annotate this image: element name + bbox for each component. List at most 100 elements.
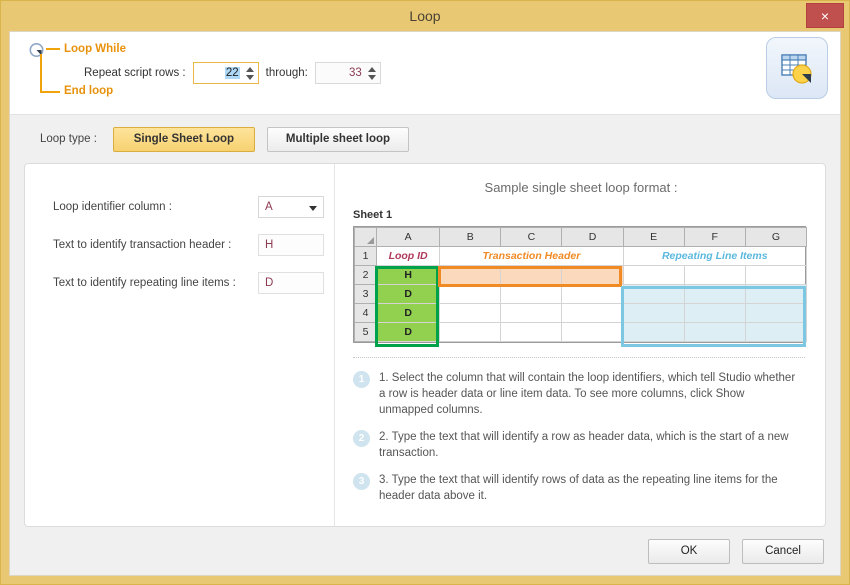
sheet-label: Sheet 1 [353,209,809,221]
cell-g4 [745,304,806,323]
repeat-rows-label: Repeat script rows : [84,67,186,79]
step-badge-3: 3 [353,473,370,490]
cell-c5 [501,323,562,342]
end-loop-label: End loop [64,85,113,97]
col-header-d[interactable]: D [562,228,623,247]
start-row-stepper[interactable]: 22 [193,62,259,84]
table-row: 4 D [355,304,807,323]
cell-e3 [623,285,684,304]
step-badge-2: 2 [353,430,370,447]
sample-spreadsheet: A B C D E F G 1 Loop ID Transaction Head… [353,226,806,343]
cell-a2-loop-id-value: H [377,266,440,285]
cell-a3-loop-id-value: D [377,285,440,304]
loop-identifier-column-value: A [265,201,273,213]
list-item: 1 1. Select the column that will contain… [353,370,809,418]
cell-b1-transaction-header: Transaction Header [440,247,623,266]
sample-pane: Sample single sheet loop format : Sheet … [335,164,825,526]
start-row-arrows[interactable] [244,63,258,83]
tab-multiple-sheet-loop[interactable]: Multiple sheet loop [267,127,409,152]
loop-while-label: Loop While [64,43,126,55]
start-row-decrement-icon[interactable] [246,75,254,80]
loop-arrow-icon [28,42,45,59]
start-row-value[interactable]: 22 [225,67,240,79]
line-items-text-input[interactable] [258,272,324,294]
cell-f3 [684,285,745,304]
cell-a5-loop-id-value: D [377,323,440,342]
step-badge-1: 1 [353,371,370,388]
sample-title: Sample single sheet loop format : [353,180,809,195]
tree-connector-vertical [40,54,42,93]
loop-type-row: Loop type : Single Sheet Loop Multiple s… [10,115,840,163]
field-loop-identifier-column: Loop identifier column : A [53,192,334,221]
tab-single-sheet-loop[interactable]: Single Sheet Loop [113,127,255,152]
end-row-decrement-icon[interactable] [368,75,376,80]
cell-g2 [745,266,806,285]
tree-connector-top [46,48,60,50]
cell-d5 [562,323,623,342]
spreadsheet-grid: A B C D E F G 1 Loop ID Transaction Head… [354,227,807,342]
cell-b2 [440,266,501,285]
step-text-3: 3. Type the text that will identify rows… [379,472,799,504]
instructions-separator [353,357,805,358]
dialog-footer: OK Cancel [10,527,840,575]
chevron-down-icon [309,206,317,211]
end-row-stepper[interactable]: 33 [315,62,381,84]
cell-a4-loop-id-value: D [377,304,440,323]
dialog-body: Loop While End loop Repeat script rows :… [9,31,841,576]
content-panel: Loop identifier column : A Text to ident… [24,163,826,527]
table-row: 1 Loop ID Transaction Header Repeating L… [355,247,807,266]
row-header-2[interactable]: 2 [355,266,377,285]
table-row: 5 D [355,323,807,342]
cell-e4 [623,304,684,323]
column-header-row: A B C D E F G [355,228,807,247]
loop-identifier-column-select[interactable]: A [258,196,324,218]
tree-connector-bottom [40,91,60,93]
row-header-3[interactable]: 3 [355,285,377,304]
loop-type-label: Loop type : [40,133,97,145]
cell-e5 [623,323,684,342]
step-text-2: 2. Type the text that will identify a ro… [379,429,799,461]
close-icon[interactable]: × [806,3,844,28]
cancel-button[interactable]: Cancel [742,539,824,564]
table-row: 3 D [355,285,807,304]
sheet-loop-icon [766,37,828,99]
cell-c4 [501,304,562,323]
cell-d3 [562,285,623,304]
field-transaction-header-text: Text to identify transaction header : [53,230,334,259]
col-header-c[interactable]: C [501,228,562,247]
loop-identifier-column-label: Loop identifier column : [53,201,258,213]
transaction-header-text-input[interactable] [258,234,324,256]
cell-g5 [745,323,806,342]
repeat-rows-row: Repeat script rows : 22 through: [84,62,381,84]
end-row-increment-icon[interactable] [368,67,376,72]
list-item: 3 3. Type the text that will identify ro… [353,472,809,504]
cell-f5 [684,323,745,342]
loop-settings-form: Loop identifier column : A Text to ident… [25,164,335,526]
row-header-5[interactable]: 5 [355,323,377,342]
select-all-corner[interactable] [355,228,377,247]
title-bar: Loop × [1,1,849,31]
row-header-4[interactable]: 4 [355,304,377,323]
dialog-title: Loop [1,1,849,31]
cell-f2 [684,266,745,285]
cell-c3 [501,285,562,304]
cell-a1-loop-id: Loop ID [377,247,440,266]
col-header-b[interactable]: B [440,228,501,247]
end-row-arrows[interactable] [366,63,380,83]
col-header-e[interactable]: E [623,228,684,247]
cell-e1-repeating-line-items: Repeating Line Items [623,247,806,266]
end-row-value[interactable]: 33 [349,67,362,79]
col-header-g[interactable]: G [745,228,806,247]
ok-button[interactable]: OK [648,539,730,564]
start-row-increment-icon[interactable] [246,67,254,72]
cell-g3 [745,285,806,304]
col-header-a[interactable]: A [377,228,440,247]
row-header-1[interactable]: 1 [355,247,377,266]
loop-dialog: Loop × Loop While End loop Repeat script… [0,0,850,585]
cell-b4 [440,304,501,323]
cell-b5 [440,323,501,342]
loop-tree: Loop While End loop Repeat script rows :… [28,38,788,110]
cell-e2 [623,266,684,285]
col-header-f[interactable]: F [684,228,745,247]
field-line-items-text: Text to identify repeating line items : [53,268,334,297]
